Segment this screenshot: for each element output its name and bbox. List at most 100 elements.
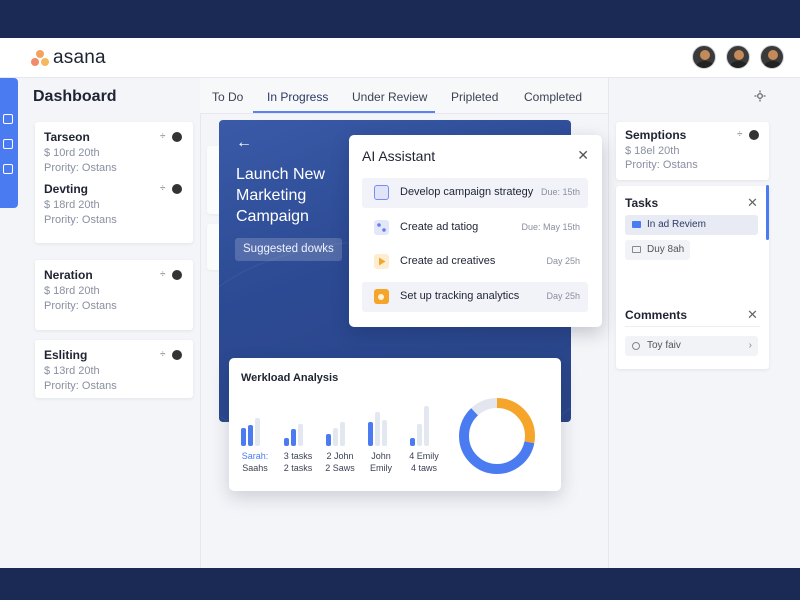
app-window: asana Dashboard To Do In Progress Under …	[0, 38, 800, 568]
ai-suggestion-due: Due: 15th	[540, 187, 580, 197]
task-card[interactable]: Tarseon $ 10rd 20th Prority: Ostans ÷ De…	[35, 122, 193, 243]
back-arrow-icon[interactable]: ←	[236, 134, 252, 152]
column-divider	[608, 78, 609, 568]
task-priority: Prority: Ostans	[44, 162, 117, 174]
workload-label: Sarah:	[241, 451, 269, 461]
assignee-count: ÷	[160, 183, 166, 194]
calendar-icon	[632, 246, 641, 253]
tab-under-review[interactable]: Under Review	[340, 78, 439, 114]
workload-analysis-card: Werkload Analysis Sarah: Saahs 3 tasks 2…	[229, 358, 561, 491]
workload-title: Werkload Analysis	[241, 372, 339, 384]
settings-icon[interactable]	[754, 90, 766, 102]
ai-suggestion-label: Create ad creatives	[400, 255, 496, 267]
brand-name: asana	[53, 47, 106, 68]
status-tabs: To Do In Progress Under Review Pripleted…	[200, 78, 608, 114]
tab-pripleted[interactable]: Pripleted	[439, 78, 510, 114]
task-meta: ÷	[160, 349, 182, 360]
user-icon	[632, 342, 640, 350]
avatar[interactable]	[171, 183, 182, 194]
workload-label: 2 Saws	[325, 463, 355, 473]
tasks-heading: Tasks	[625, 196, 659, 210]
ai-suggestion-item[interactable]: Create ad creatives Day 25h	[362, 247, 588, 277]
list-icon[interactable]	[3, 139, 13, 149]
due-pill-label: Duy 8ah	[647, 244, 685, 255]
assignee-count: ÷	[160, 269, 166, 280]
status-pill[interactable]: In ad Reviem	[625, 215, 758, 235]
tab-completed[interactable]: Completed	[512, 78, 594, 114]
column-divider	[200, 78, 201, 568]
task-card[interactable]: Esliting $ 13rd 20th Prority: Ostans ÷	[35, 340, 193, 398]
ai-suggestion-label: Set up tracking analytics	[400, 290, 520, 302]
comment-text: Toy faiv	[647, 340, 681, 351]
task-due: $ 18rd 20th	[44, 285, 100, 297]
avatar[interactable]	[171, 131, 182, 142]
avatar[interactable]	[692, 45, 716, 69]
avatar[interactable]	[760, 45, 784, 69]
calendar-icon[interactable]	[3, 164, 13, 174]
analytics-icon	[374, 289, 389, 304]
top-bar: asana	[0, 38, 800, 78]
ai-assistant-title: AI Assistant	[362, 148, 436, 164]
play-icon	[374, 254, 389, 269]
workload-bar	[417, 424, 422, 446]
strategy-icon	[374, 185, 389, 200]
avatar[interactable]	[726, 45, 750, 69]
ai-suggestion-item[interactable]: Create ad tatiog Due: May 15th	[362, 213, 588, 243]
task-title: Semptions	[625, 128, 687, 142]
workload-label: 4 taws	[410, 463, 437, 473]
workload-bar	[326, 434, 331, 446]
task-due: $ 10rd 20th	[44, 147, 100, 159]
avatar[interactable]	[171, 349, 182, 360]
task-meta: ÷	[160, 131, 182, 142]
board-icon[interactable]	[3, 114, 13, 124]
tab-in-progress[interactable]: In Progress	[255, 78, 340, 114]
tab-to-do[interactable]: To Do	[200, 78, 255, 114]
divider	[625, 326, 760, 327]
close-icon[interactable]: ✕	[747, 195, 758, 211]
ai-suggestion-label: Create ad tatiog	[400, 221, 479, 233]
workload-label: 2 tasks	[283, 463, 313, 473]
scrollbar[interactable]	[766, 185, 769, 240]
workload-bar	[255, 418, 260, 446]
avatar[interactable]	[748, 129, 759, 140]
workload-bar	[382, 420, 387, 446]
workload-bar	[410, 438, 415, 446]
ai-assistant-panel: AI Assistant ✕ Develop campaign strategy…	[349, 135, 602, 327]
task-card[interactable]: Neration $ 18rd 20th Prority: Ostans ÷	[35, 260, 193, 330]
ai-suggestion-item[interactable]: Develop campaign strategy Due: 15th	[362, 178, 588, 208]
status-pill-label: In ad Reviem	[647, 219, 706, 230]
left-rail	[0, 78, 18, 208]
workload-label: 2 John	[326, 451, 354, 461]
task-title: Neration	[44, 268, 93, 282]
task-title: Esliting	[44, 348, 88, 362]
workload-bar	[340, 422, 345, 446]
asana-logo[interactable]: asana	[31, 47, 106, 69]
assignee-count: ÷	[160, 131, 166, 142]
workload-donut-chart	[459, 398, 535, 474]
task-due: $ 18rd 20th	[44, 199, 100, 211]
task-meta: ÷	[737, 129, 759, 140]
comment-item[interactable]: Toy faiv ›	[625, 336, 758, 356]
task-priority: Prority: Ostans	[44, 300, 117, 312]
suggested-tasks-button[interactable]: Suggested dowks	[235, 238, 342, 261]
ai-suggestion-item[interactable]: Set up tracking analytics Day 25h	[362, 282, 588, 312]
due-pill[interactable]: Duy 8ah	[625, 240, 690, 260]
assignee-count: ÷	[160, 349, 166, 360]
chevron-right-icon[interactable]: ›	[749, 336, 752, 356]
close-icon[interactable]: ✕	[577, 147, 589, 164]
task-meta: ÷	[160, 183, 182, 194]
avatar[interactable]	[171, 269, 182, 280]
workload-label: 3 tasks	[283, 451, 313, 461]
close-icon[interactable]: ✕	[747, 307, 758, 323]
task-card[interactable]: Semptions $ 18el 20th Prority: Ostans ÷	[616, 122, 769, 180]
status-icon	[632, 221, 641, 228]
task-title: Tarseon	[44, 130, 90, 144]
user-avatars	[692, 45, 784, 69]
task-due: $ 18el 20th	[625, 145, 680, 157]
workload-bar	[284, 438, 289, 446]
workload-bar	[424, 406, 429, 446]
workload-bar	[368, 422, 373, 446]
workload-bar	[375, 412, 380, 446]
task-detail-panel: Tasks ✕ In ad Reviem Duy 8ah Comments ✕ …	[616, 186, 769, 369]
asana-logo-icon	[31, 50, 49, 66]
